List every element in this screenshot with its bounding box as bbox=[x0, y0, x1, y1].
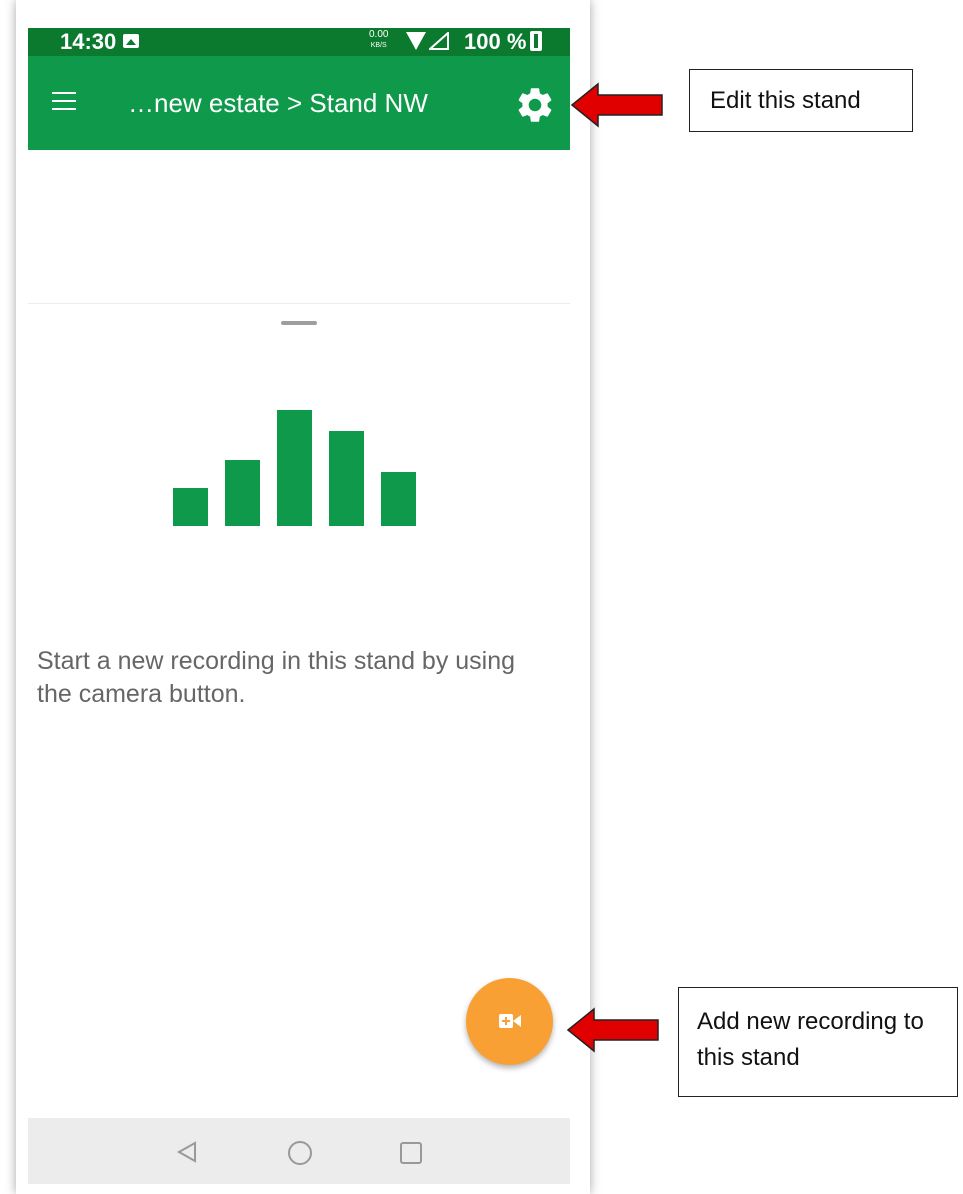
edit-stand-callout: Edit this stand bbox=[689, 69, 913, 132]
battery-percentage: 100 % bbox=[464, 29, 527, 54]
video-camera-add-icon bbox=[499, 1014, 521, 1028]
app-bar: …new estate > Stand NW bbox=[28, 56, 570, 150]
bottom-sheet-drag-handle[interactable] bbox=[281, 321, 317, 325]
cell-signal-icon bbox=[429, 32, 449, 50]
back-triangle-icon[interactable] bbox=[176, 1141, 198, 1163]
network-speed-value: 0.00 bbox=[369, 29, 389, 40]
empty-state-message: Start a new recording in this stand by u… bbox=[37, 647, 516, 708]
bar-1 bbox=[173, 488, 208, 526]
bar-2 bbox=[225, 460, 260, 526]
hamburger-menu-icon[interactable] bbox=[52, 92, 76, 112]
bar-4 bbox=[329, 431, 364, 526]
breadcrumb-title: …new estate > Stand NW bbox=[128, 88, 428, 118]
network-speed-unit: KB/S bbox=[370, 42, 387, 49]
status-bar: 14:30 0.00 KB/S 100 % bbox=[28, 28, 570, 56]
image-notification-icon bbox=[123, 34, 139, 48]
status-time: 14:30 bbox=[60, 29, 117, 54]
network-speed: 0.00 KB/S bbox=[369, 30, 388, 51]
bar-5 bbox=[381, 472, 416, 526]
recents-square-icon[interactable] bbox=[400, 1142, 422, 1164]
battery-charging-icon bbox=[530, 31, 542, 51]
system-navigation-bar bbox=[28, 1118, 570, 1184]
add-recording-arrow bbox=[566, 1007, 659, 1053]
add-recording-button[interactable] bbox=[466, 978, 553, 1065]
add-recording-callout: Add new recording to this stand bbox=[678, 987, 958, 1097]
gear-icon[interactable] bbox=[514, 84, 556, 126]
edit-stand-arrow bbox=[570, 82, 663, 128]
panel-divider bbox=[28, 303, 570, 304]
bar-chart-icon bbox=[173, 410, 416, 526]
home-circle-icon[interactable] bbox=[288, 1141, 312, 1165]
bar-3 bbox=[277, 410, 312, 526]
wifi-icon bbox=[406, 32, 426, 50]
